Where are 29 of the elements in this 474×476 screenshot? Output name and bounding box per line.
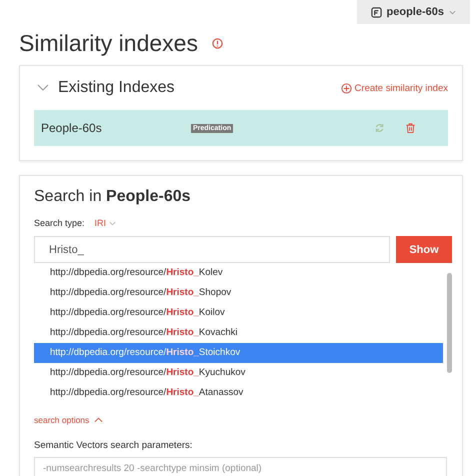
parameters-input[interactable]: -numsearchresults 20 -searchtype minsim (optional) bbox=[34, 457, 447, 476]
suggestion-item[interactable]: http://dbpedia.org/resource/Hristo_Atanassov bbox=[34, 383, 443, 403]
index-name: People-60s bbox=[41, 121, 103, 135]
suggestion-item[interactable]: http://dbpedia.org/resource/Hristo_Kolev bbox=[34, 263, 443, 283]
repository-selector[interactable]: people-60s bbox=[356, 0, 470, 24]
suggestion-item[interactable]: http://dbpedia.org/resource/Hristo_Koilov bbox=[34, 303, 443, 323]
caret-icon bbox=[109, 220, 116, 226]
search-heading: Search in People-60s bbox=[34, 188, 192, 207]
search-input[interactable]: Hristo_ bbox=[34, 236, 390, 263]
parameters-label: Semantic Vectors search parameters: bbox=[34, 440, 194, 451]
refresh-icon[interactable] bbox=[374, 122, 385, 134]
trash-icon[interactable] bbox=[405, 122, 416, 134]
search-type-dropdown[interactable]: IRI bbox=[94, 218, 116, 228]
scrollbar[interactable] bbox=[447, 273, 452, 373]
chevron-icon[interactable] bbox=[37, 84, 49, 92]
create-index-link[interactable]: Create similarity index bbox=[340, 82, 448, 94]
show-button[interactable]: Show bbox=[396, 236, 452, 263]
search-type-label: Search type: bbox=[34, 218, 85, 228]
suggestion-item[interactable]: http://dbpedia.org/resource/Hristo_Kyuchukov bbox=[34, 363, 443, 383]
plus-circle-icon bbox=[340, 82, 352, 94]
page-title: Similarity indexes bbox=[19, 30, 198, 56]
suggestion-item[interactable]: http://dbpedia.org/resource/Hristo_Shopov bbox=[34, 283, 443, 303]
suggestion-item[interactable]: http://dbpedia.org/resource/Hristo_Stoichkov bbox=[34, 343, 443, 363]
search-options-link[interactable]: search options bbox=[34, 415, 452, 425]
section-heading: Existing Indexes bbox=[58, 79, 175, 97]
caret-icon bbox=[449, 10, 456, 14]
suggestion-item[interactable]: http://dbpedia.org/resource/Hristo_Kovachki bbox=[34, 323, 443, 343]
chevron-icon bbox=[94, 417, 104, 423]
info-icon[interactable] bbox=[212, 38, 223, 48]
